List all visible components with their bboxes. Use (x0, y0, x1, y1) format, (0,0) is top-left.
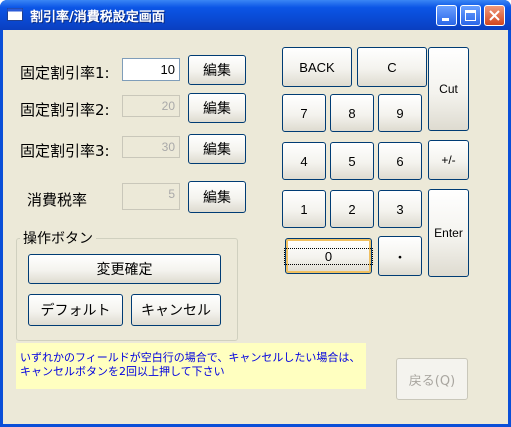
rate1-input[interactable]: 10 (122, 58, 180, 81)
rate3-input[interactable]: 30 (122, 136, 180, 158)
tax-edit-button[interactable]: 編集 (188, 181, 246, 213)
instruction-note-line2: キャンセルボタンを2回以上押して下さい (20, 365, 225, 378)
operation-group-title: 操作ボタン (20, 228, 96, 248)
maximize-button[interactable] (460, 5, 481, 26)
close-button[interactable] (484, 5, 505, 26)
keypad-dot-button[interactable]: ・ (378, 236, 422, 276)
return-button[interactable]: 戻る(Q) (396, 358, 468, 400)
rate2-edit-button[interactable]: 編集 (188, 93, 246, 123)
keypad-cut-button[interactable]: Cut (428, 47, 469, 131)
keypad-enter-button[interactable]: Enter (428, 189, 469, 277)
keypad-8-button[interactable]: 8 (330, 94, 374, 132)
app-window-icon (7, 8, 23, 21)
tax-label: 消費税率 (27, 191, 88, 209)
default-button[interactable]: デフォルト (28, 294, 123, 326)
minimize-icon (442, 18, 449, 21)
instruction-note-line1: いずれかのフィールドが空白行の場合で、キャンセルしたい場合は、 (20, 351, 361, 364)
instruction-note: いずれかのフィールドが空白行の場合で、キャンセルしたい場合は、 キャンセルボタン… (16, 343, 366, 389)
rate1-edit-button[interactable]: 編集 (188, 55, 246, 85)
keypad-sign-button[interactable]: +/- (428, 140, 469, 180)
keypad-0-label: 0 (283, 247, 374, 265)
keypad-1-button[interactable]: 1 (282, 190, 326, 228)
keypad-3-button[interactable]: 3 (378, 190, 422, 228)
rate2-input[interactable]: 20 (122, 95, 180, 117)
rate2-label: 固定割引率2: (20, 101, 110, 119)
cancel-button[interactable]: キャンセル (131, 294, 221, 326)
rate3-label: 固定割引率3: (20, 142, 110, 160)
tax-input[interactable]: 5 (122, 183, 180, 210)
minimize-button[interactable] (436, 5, 457, 26)
keypad-6-button[interactable]: 6 (378, 142, 422, 180)
keypad-4-button[interactable]: 4 (282, 142, 326, 180)
rate3-edit-button[interactable]: 編集 (188, 134, 246, 164)
keypad-back-button[interactable]: BACK (282, 47, 352, 87)
close-icon (489, 10, 500, 21)
keypad-2-button[interactable]: 2 (330, 190, 374, 228)
keypad-0-button[interactable]: 0 (283, 238, 374, 274)
app-window: 割引率/消費税設定画面 固定割引率1: 10 編集 固定割引率2: 20 編集 … (0, 0, 511, 427)
rate1-label: 固定割引率1: (20, 64, 110, 82)
keypad-clear-button[interactable]: C (357, 47, 427, 87)
maximize-icon (465, 10, 476, 21)
client-area: 固定割引率1: 10 編集 固定割引率2: 20 編集 固定割引率3: 30 編… (3, 30, 508, 424)
keypad-7-button[interactable]: 7 (282, 94, 326, 132)
keypad-5-button[interactable]: 5 (330, 142, 374, 180)
keypad-9-button[interactable]: 9 (378, 94, 422, 132)
confirm-change-button[interactable]: 変更確定 (28, 254, 221, 284)
title-bar: 割引率/消費税設定画面 (0, 0, 511, 30)
window-title: 割引率/消費税設定画面 (30, 10, 165, 25)
